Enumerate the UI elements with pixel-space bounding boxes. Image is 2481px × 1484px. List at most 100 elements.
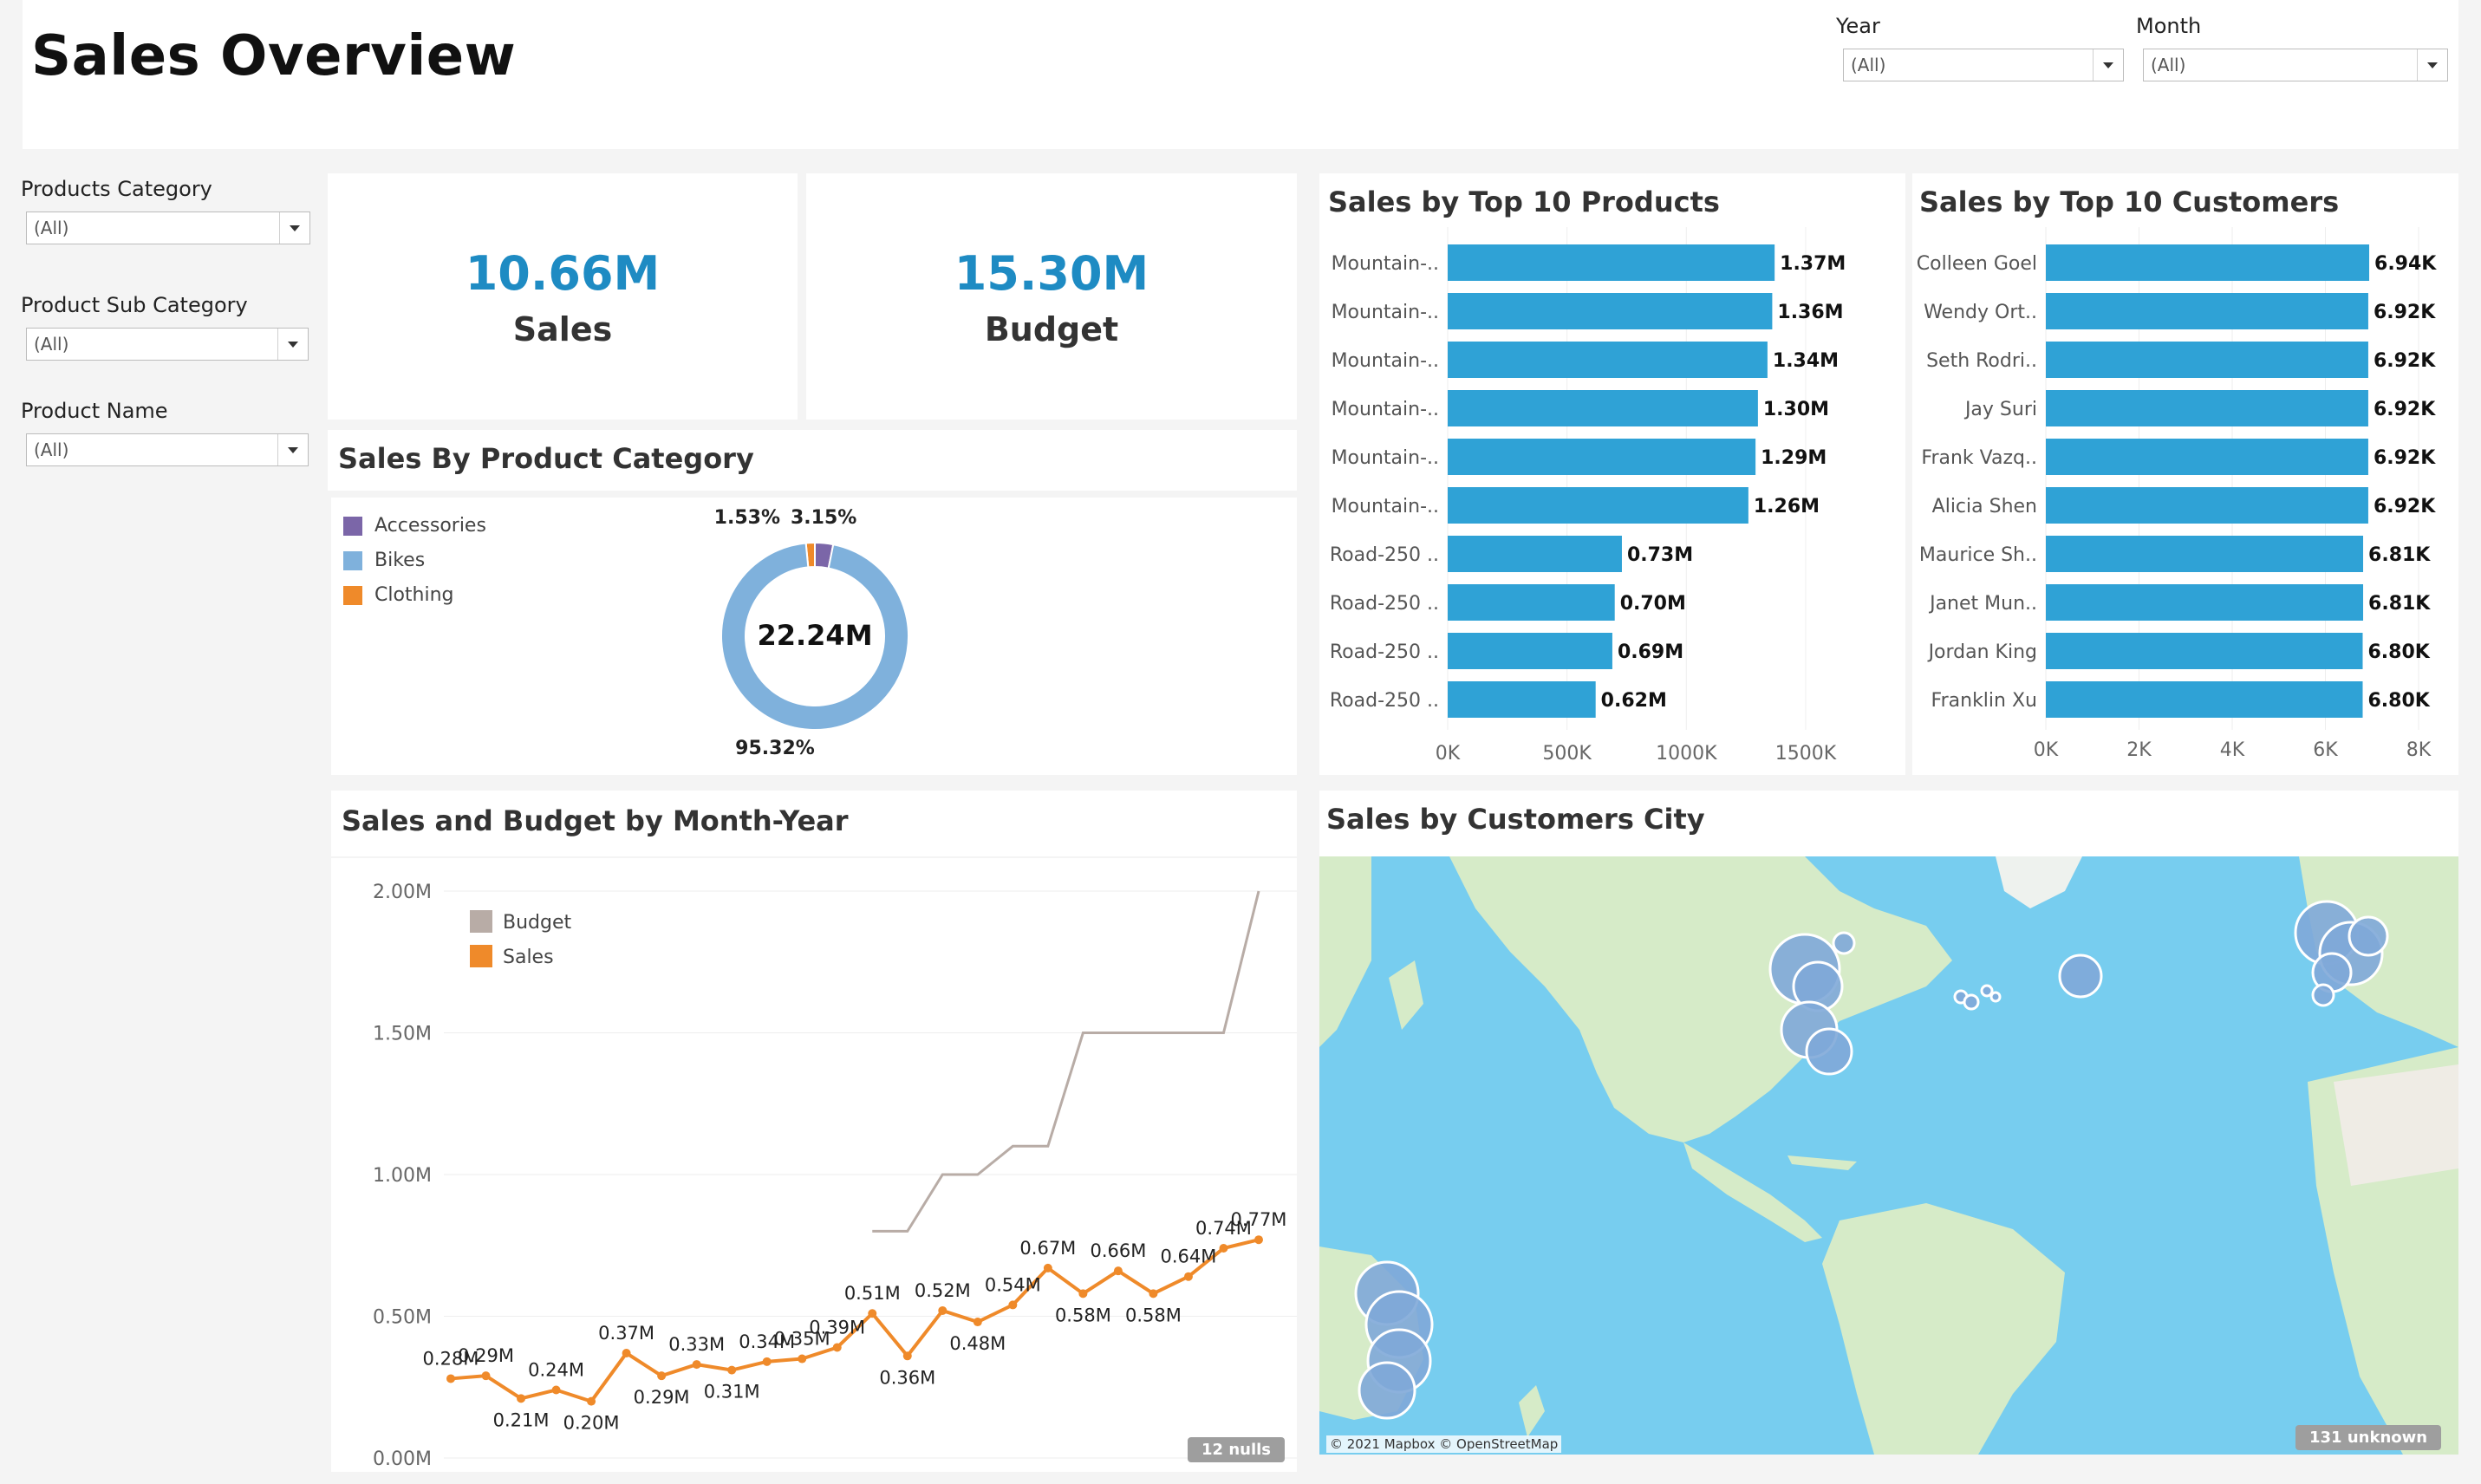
x-tick-label: 500K [1542,743,1592,765]
chevron-down-icon[interactable] [2417,49,2447,81]
bar-value-label: 6.92K [2374,302,2436,323]
sales-point[interactable] [446,1374,455,1383]
map-bubble[interactable] [1358,1361,1416,1420]
customer-city-map[interactable] [1319,856,2458,1455]
bar[interactable] [2046,536,2364,572]
sales-point[interactable] [1183,1272,1193,1281]
sales-point[interactable] [762,1357,772,1366]
sales-value-label: 0.37M [598,1323,654,1344]
sales-point[interactable] [657,1371,667,1381]
bar[interactable] [2046,342,2368,378]
month-filter-select[interactable]: (All) [2143,49,2448,81]
map-bubble[interactable] [1989,991,2002,1003]
category-label: Road-250 .. [1330,690,1439,712]
bar[interactable] [1448,244,1775,281]
sales-point[interactable] [692,1360,701,1370]
x-tick-label: 2K [2126,739,2152,761]
unknown-badge[interactable]: 131 unknown [2295,1425,2442,1450]
budget-line [872,890,1260,1233]
map-title-panel: Sales by Customers City [1319,791,2458,856]
trend-chart-title: Sales and Budget by Month-Year [342,804,849,837]
sales-value-label: 0.24M [528,1360,584,1381]
sales-point[interactable] [517,1394,526,1403]
legend-swatch-budget [470,910,492,933]
sales-value-label: 0.33M [668,1334,725,1355]
sales-point[interactable] [868,1309,877,1318]
category-label: Mountain-.. [1332,350,1439,372]
sales-point[interactable] [1149,1289,1158,1298]
year-filter-select[interactable]: (All) [1843,49,2124,81]
bar-value-label: 1.36M [1777,302,1843,323]
category-label: Mountain-.. [1332,496,1439,517]
category-label: Wendy Ort.. [1924,302,2037,323]
chevron-down-icon[interactable] [279,212,309,244]
bar[interactable] [2046,633,2363,669]
sales-point[interactable] [1043,1263,1052,1272]
category-title-panel: Sales By Product Category [328,430,1297,491]
sales-point[interactable] [902,1351,912,1361]
sales-kpi-label: Sales [512,310,613,348]
bar-value-label: 6.92K [2374,350,2436,372]
sales-point[interactable] [1078,1289,1088,1298]
sales-point[interactable] [1113,1266,1123,1276]
map-bubble[interactable] [2058,954,2103,999]
bar[interactable] [1448,633,1612,669]
product-name-select[interactable]: (All) [26,433,309,466]
map-panel[interactable]: © 2021 Mapbox © OpenStreetMap 131 unknow… [1319,856,2458,1455]
bar-value-label: 1.30M [1763,399,1829,420]
sales-value-label: 0.64M [1161,1246,1217,1267]
sales-point[interactable] [587,1396,596,1406]
month-filter-label: Month [2136,14,2202,38]
map-bubble[interactable] [2348,915,2389,957]
bar[interactable] [2046,244,2370,281]
bar[interactable] [2046,390,2368,426]
map-land-south-america [1822,1203,2065,1455]
chevron-down-icon[interactable] [277,329,308,360]
category-chart-panel: Accessories Bikes Clothing 22.24M 1.53% 3.… [331,498,1297,775]
bar-value-label: 0.62M [1601,690,1667,712]
bar[interactable] [2046,681,2363,718]
bar[interactable] [2046,293,2368,329]
donut-label-clothing: 1.53% [714,507,780,529]
bar[interactable] [1448,536,1622,572]
sales-point[interactable] [622,1349,631,1358]
sales-point[interactable] [973,1318,982,1327]
bar[interactable] [1448,584,1615,621]
map-bubble[interactable] [1805,1027,1853,1076]
sales-point[interactable] [832,1343,842,1352]
year-filter-label: Year [1836,14,1880,38]
bar[interactable] [2046,584,2364,621]
y-tick-label: 0.00M [373,1448,432,1470]
sales-point[interactable] [1254,1235,1263,1245]
product-sub-category-select[interactable]: (All) [26,328,309,361]
sales-point[interactable] [727,1365,737,1375]
bar[interactable] [1448,342,1768,378]
products-category-select[interactable]: (All) [26,212,310,244]
sales-point[interactable] [481,1371,491,1381]
map-bubble[interactable] [2311,983,2335,1007]
nulls-badge[interactable]: 12 nulls [1188,1437,1285,1462]
bar[interactable] [2046,439,2368,475]
map-bubble[interactable] [1832,931,1856,955]
sales-value-label: 0.77M [1231,1209,1287,1230]
bar[interactable] [1448,439,1756,475]
bar[interactable] [1448,390,1758,426]
chevron-down-icon[interactable] [2093,49,2123,81]
bar[interactable] [1448,293,1773,329]
donut-label-accessories: 3.15% [791,507,856,529]
bar-value-label: 6.80K [2368,690,2431,712]
map-bubble[interactable] [1963,993,1980,1011]
sales-point[interactable] [798,1354,807,1364]
sales-point[interactable] [1219,1244,1228,1253]
sales-point[interactable] [1008,1300,1018,1310]
sales-point[interactable] [938,1305,947,1315]
bar-value-label: 6.81K [2368,593,2431,615]
bar[interactable] [1448,681,1596,718]
map-land-sahara [2334,1064,2458,1186]
chevron-down-icon[interactable] [277,434,308,465]
map-attribution[interactable]: © 2021 Mapbox © OpenStreetMap [1326,1435,1562,1453]
bar[interactable] [2046,487,2368,524]
bar[interactable] [1448,487,1748,524]
sales-point[interactable] [551,1385,561,1395]
product-name-value: (All) [34,439,69,460]
